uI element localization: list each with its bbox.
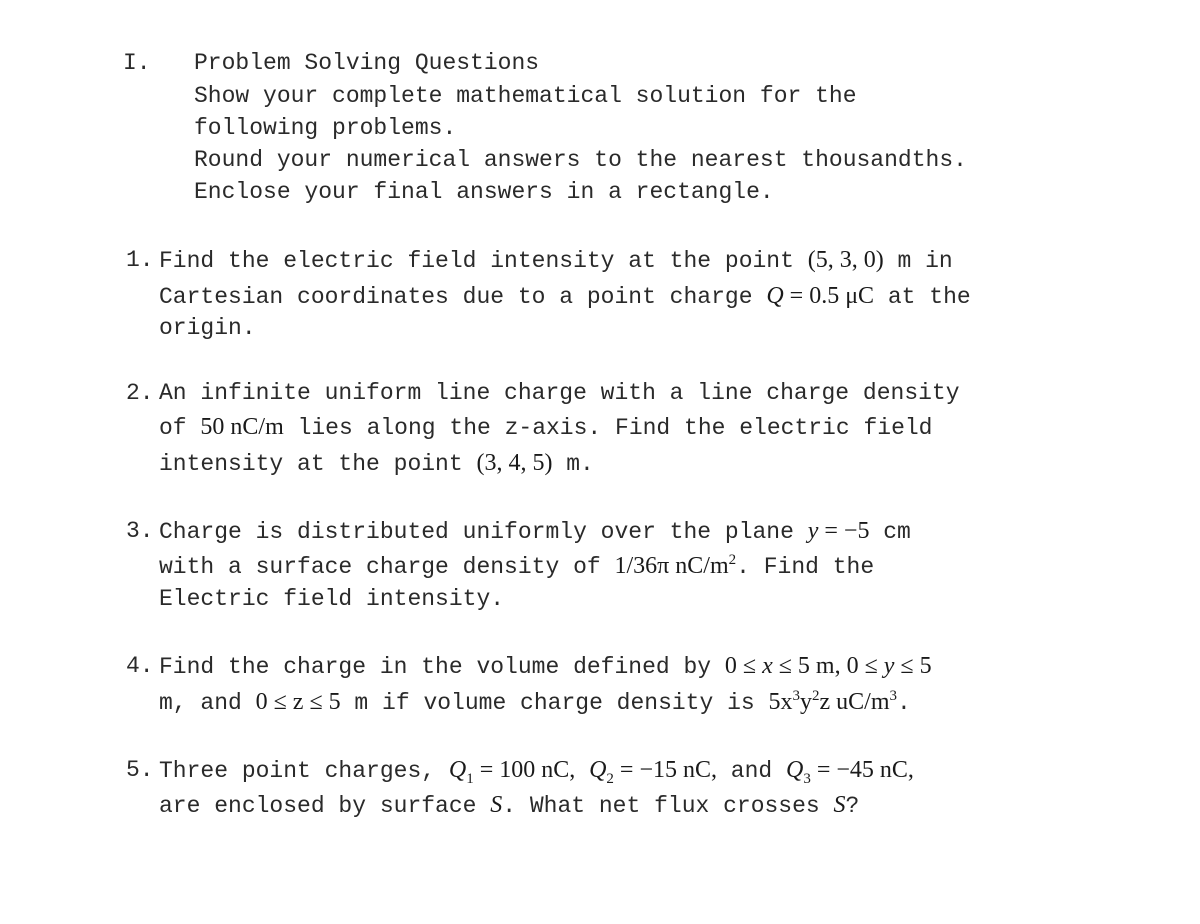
point-coordinates: (5, 3, 0) xyxy=(807,247,884,273)
question-text-line: with a surface charge density of 1/36π n… xyxy=(159,552,875,581)
question-text-line: intensity at the point (3, 4, 5) m. xyxy=(159,450,594,477)
section-title: Problem Solving Questions xyxy=(194,50,540,76)
instruction-line: Round your numerical answers to the near… xyxy=(194,147,967,173)
charge-q2: Q2 = −15 nC, xyxy=(589,757,717,787)
question-text-line: Charge is distributed uniformly over the… xyxy=(159,518,911,545)
question-text-line: Electric field intensity. xyxy=(159,586,505,612)
question-text-line: An infinite uniform line charge with a l… xyxy=(159,380,960,406)
charge-q1: Q1 = 100 nC, xyxy=(448,757,576,787)
line-charge-density: 50 nC/m xyxy=(200,414,284,440)
question-number: 3. xyxy=(126,518,154,544)
instruction-line: following problems. xyxy=(194,115,457,141)
question-number: 1. xyxy=(126,247,154,273)
question-text-line: origin. xyxy=(159,315,256,341)
x-range: 0 ≤ x ≤ 5 m, xyxy=(724,653,841,679)
plane-value: = −5 xyxy=(818,518,870,544)
question-text-line: Find the charge in the volume defined by… xyxy=(159,653,932,680)
y-range: 0 ≤ y ≤ 5 xyxy=(840,653,932,679)
question-text-line: m, and 0 ≤ z ≤ 5 m if volume charge dens… xyxy=(159,688,911,717)
instruction-line: Enclose your final answers in a rectangl… xyxy=(194,179,774,205)
question-text-line: Cartesian coordinates due to a point cha… xyxy=(159,283,971,310)
z-range: 0 ≤ z ≤ 5 xyxy=(255,689,341,715)
question-text-line: Three point charges, Q1 = 100 nC, Q2 = −… xyxy=(159,757,914,787)
question-text-line: of 50 nC/m lies along the z-axis. Find t… xyxy=(159,414,933,441)
question-number: 5. xyxy=(126,757,154,783)
question-number: 4. xyxy=(126,653,154,679)
point-coordinates: (3, 4, 5) xyxy=(476,450,553,476)
volume-charge-density: 5x3y2z uC/m3 xyxy=(768,688,898,716)
question-text-line: Find the electric field intensity at the… xyxy=(159,247,953,274)
question-number: 2. xyxy=(126,380,154,406)
charge-q3: Q3 = −45 nC, xyxy=(786,757,914,787)
surface-charge-density: 1/36π nC/m2 xyxy=(614,552,737,580)
section-number: I. xyxy=(123,50,151,76)
question-text-line: are enclosed by surface S. What net flux… xyxy=(159,792,860,819)
instruction-line: Show your complete mathematical solution… xyxy=(194,83,857,109)
charge-value: = 0.5 μC xyxy=(783,283,875,309)
